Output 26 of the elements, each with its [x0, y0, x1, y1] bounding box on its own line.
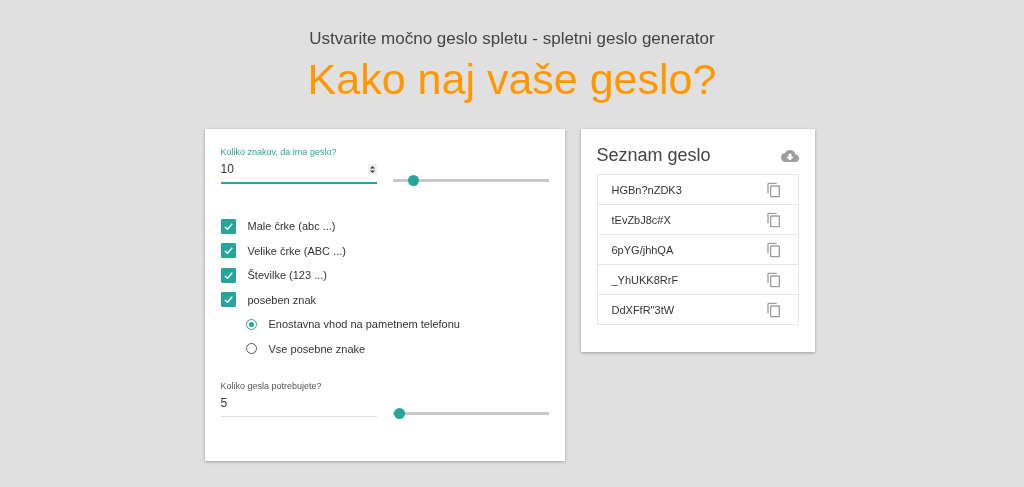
- checkbox[interactable]: [220, 218, 236, 234]
- password-text: DdXFfR"3tW: [611, 303, 675, 316]
- option-label: Velike črke (ABC ...): [247, 244, 346, 257]
- page-title: Kako naj vaše geslo?: [307, 55, 717, 104]
- option-label: poseben znak: [247, 293, 316, 306]
- checkbox[interactable]: [220, 267, 236, 283]
- copy-icon[interactable]: [765, 241, 782, 258]
- password-text: 6pYG/jhhQA: [611, 243, 674, 256]
- password-text: _YhUKK8RrF: [611, 273, 679, 286]
- option-label: Številke (123 ...): [247, 269, 327, 282]
- copy-icon[interactable]: [765, 211, 782, 228]
- spinner-icon[interactable]: [367, 163, 377, 175]
- number-field[interactable]: Koliko gesla potrebujete? 5: [220, 381, 377, 417]
- option-label: Vse posebne znake: [268, 342, 366, 355]
- list-title: Seznam geslo: [596, 145, 711, 166]
- password-text: tEvZbJ8c#X: [611, 213, 671, 226]
- option-label: Enostavna vhod na pametnem telefonu: [268, 318, 460, 331]
- page-subtitle: Ustvarite močno geslo spletu - spletni geslo generator: [309, 29, 715, 49]
- password-text: HGBn?nZDK3: [611, 183, 682, 196]
- copy-icon[interactable]: [765, 301, 782, 318]
- copy-icon[interactable]: [765, 181, 782, 198]
- number-field[interactable]: Koliko znakov, da ima geslo? 10: [220, 147, 377, 184]
- checkbox[interactable]: [220, 292, 236, 308]
- checkbox[interactable]: [220, 243, 236, 259]
- copy-icon[interactable]: [765, 271, 782, 288]
- option-label: Male črke (abc ...): [247, 220, 336, 233]
